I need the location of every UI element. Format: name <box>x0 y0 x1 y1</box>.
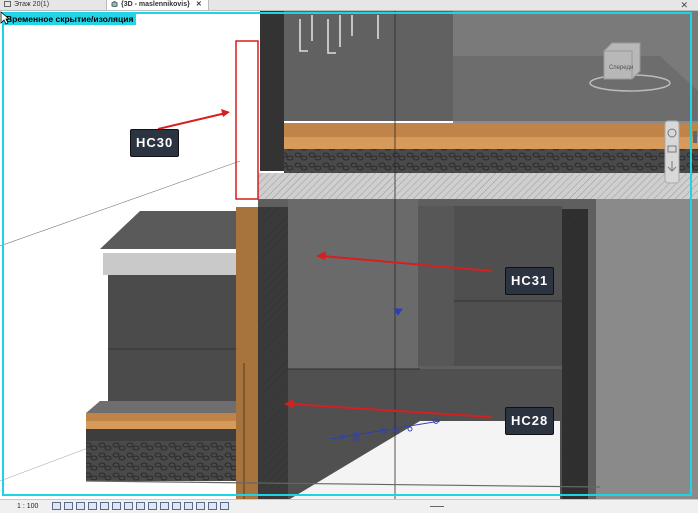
lower-gravel <box>86 441 236 481</box>
step-slab <box>103 253 236 275</box>
sun-path-icon[interactable] <box>76 502 85 510</box>
design-options-icon[interactable] <box>220 502 229 510</box>
viewcube-face-label[interactable]: Спереди <box>609 65 633 71</box>
highlight-displacement-icon[interactable] <box>184 502 193 510</box>
tab-floor-plan-label: Этаж 20(1) <box>14 1 50 8</box>
unlock-3d-icon[interactable] <box>136 502 145 510</box>
lower-insulation <box>86 413 236 421</box>
slab-insulation-layer <box>284 123 698 137</box>
step-top <box>100 211 236 249</box>
lower-step-top <box>86 401 236 413</box>
view-tab-bar: Этаж 20(1) {3D - maslennikovis} ✕ ✕ <box>0 0 698 11</box>
horizontal-scrollbar[interactable] <box>430 506 444 507</box>
floor-plan-icon <box>4 1 11 7</box>
navigation-bar[interactable] <box>664 120 680 184</box>
reveal-hidden-icon[interactable] <box>160 502 169 510</box>
step-wall <box>108 275 236 415</box>
temporary-hide-label: Временное скрытие/изоляция <box>3 13 137 25</box>
window-close-icon[interactable]: ✕ <box>680 0 688 10</box>
view-control-bar: 1 : 100 <box>0 499 698 513</box>
lower-insulation-2 <box>86 421 236 429</box>
upper-column-hatch <box>260 11 284 171</box>
tab-floor-plan[interactable]: Этаж 20(1) <box>4 0 49 10</box>
3d-view-icon <box>111 1 118 7</box>
show-crop-icon[interactable] <box>124 502 133 510</box>
tag-hc30[interactable]: HC30 <box>130 129 180 157</box>
visual-style-icon[interactable] <box>64 502 73 510</box>
slab-layer <box>284 137 698 149</box>
tag-hc28[interactable]: HC28 <box>505 407 555 435</box>
temporary-hide-icon[interactable] <box>148 502 157 510</box>
vertical-scrollbar[interactable] <box>693 131 697 143</box>
mouse-cursor-icon <box>0 11 10 25</box>
room-left-panel <box>288 199 418 369</box>
wall-wood-layer <box>236 207 258 499</box>
view-scale[interactable]: 1 : 100 <box>17 501 38 512</box>
model-drawing: 20 30 <box>0 11 698 499</box>
room-pilaster <box>418 206 454 366</box>
shadows-icon[interactable] <box>88 502 97 510</box>
dimension-text: 20 <box>392 429 400 436</box>
worksharing-icon[interactable] <box>208 502 217 510</box>
analytical-model-icon[interactable] <box>172 502 181 510</box>
slab-gravel-layer <box>284 149 698 173</box>
dimension-text: 30 <box>352 437 360 444</box>
arrow-hc30 <box>157 112 227 130</box>
left-wall-hatch <box>258 207 288 499</box>
crop-view-icon[interactable] <box>112 502 121 510</box>
render-icon[interactable] <box>100 502 109 510</box>
3d-viewport[interactable]: 20 30 Временное скрытие/изоляция Спереди… <box>0 11 698 499</box>
tab-3d-view[interactable]: {3D - maslennikovis} ✕ <box>106 0 209 10</box>
lower-membrane <box>86 429 236 441</box>
tab-3d-view-label: {3D - maslennikovis} <box>121 1 190 8</box>
slab-concrete-hatch <box>258 173 698 199</box>
tab-close-icon[interactable]: ✕ <box>196 1 202 8</box>
detail-level-icon[interactable] <box>52 502 61 510</box>
upper-room-wall <box>260 11 453 121</box>
highlight-box-hc30 <box>235 40 259 200</box>
right-column-hatch <box>562 209 588 499</box>
constraints-icon[interactable] <box>196 502 205 510</box>
tag-hc31[interactable]: HC31 <box>505 267 555 295</box>
